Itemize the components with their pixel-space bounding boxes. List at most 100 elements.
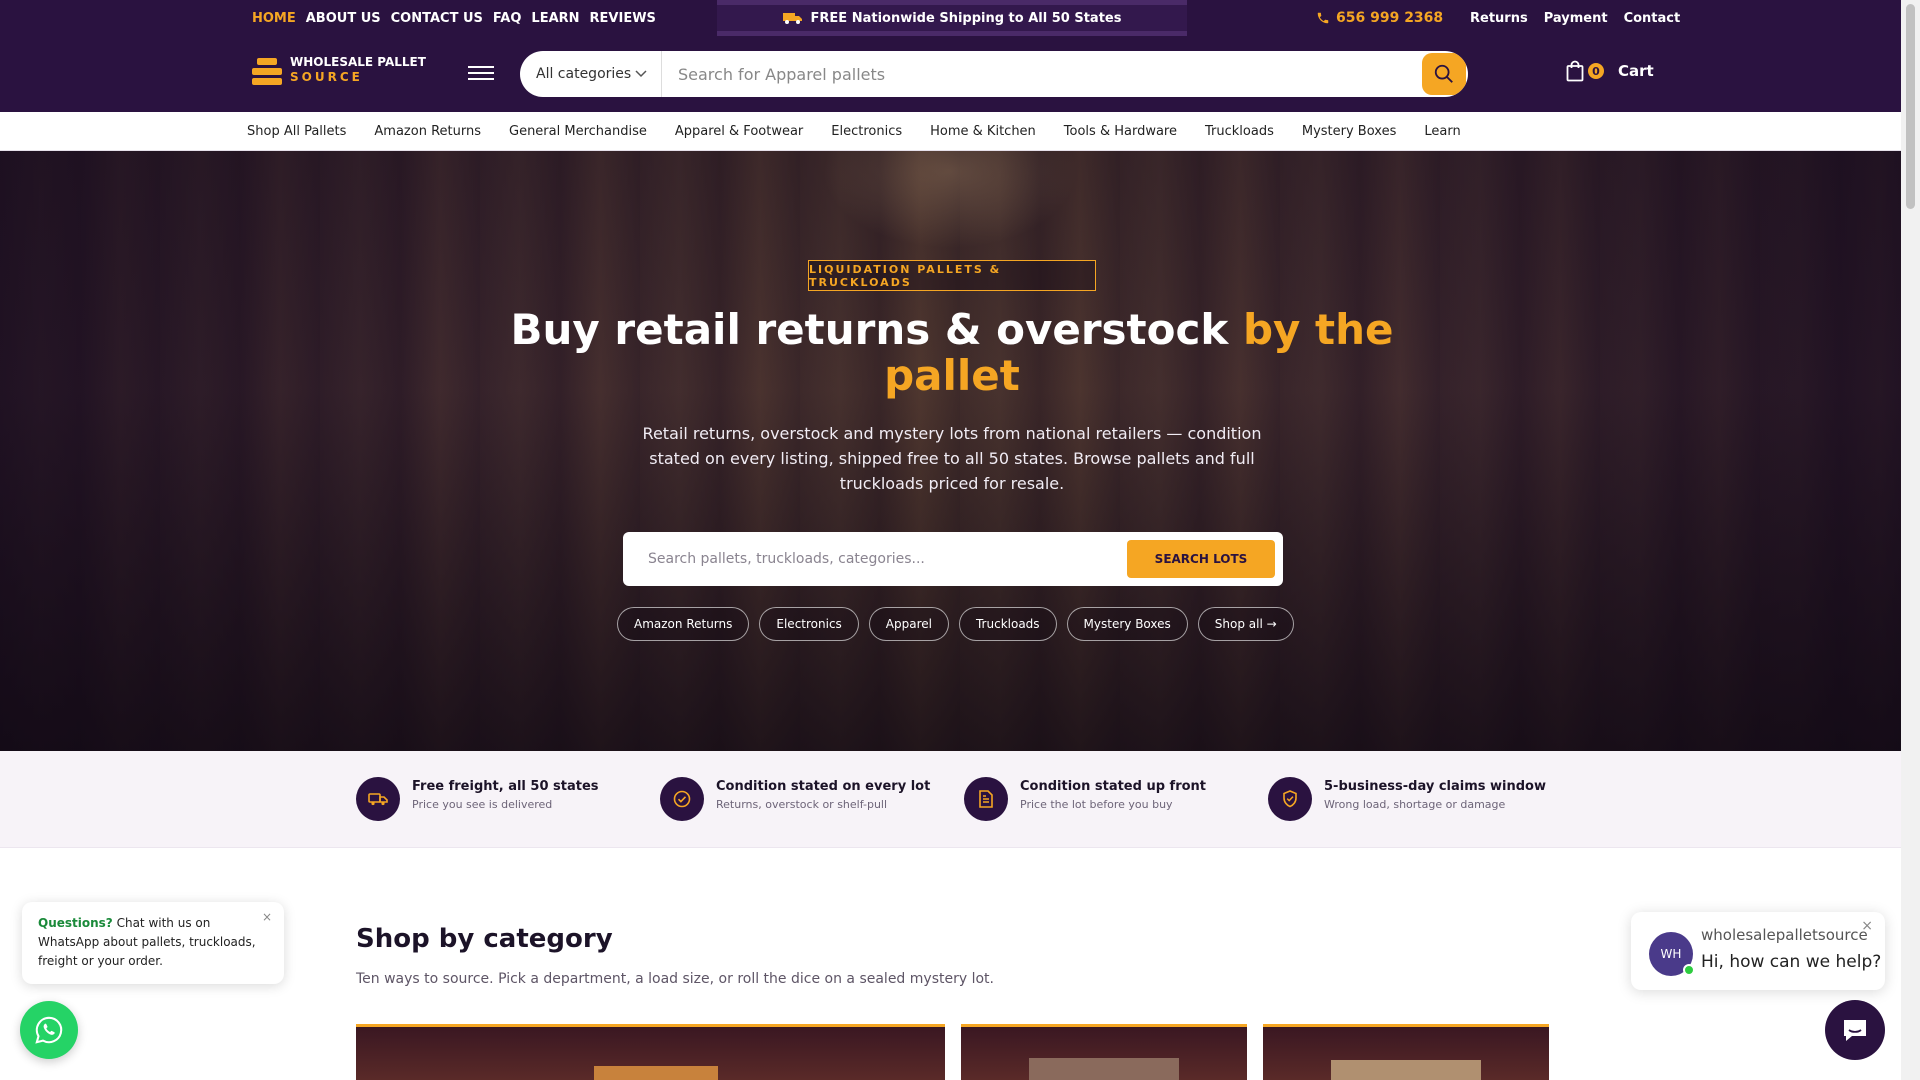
logo-line1: WHOLESALE PALLET [290, 55, 426, 69]
category-card[interactable] [1263, 1024, 1549, 1080]
contact-link[interactable]: Contact [1624, 11, 1681, 26]
logo-line2: SOURCE [290, 70, 363, 84]
hamburger-line [468, 72, 494, 74]
category-nav-general-merchandise[interactable]: General Merchandise [509, 124, 647, 139]
feature-description: Wrong load, shortage or damage [1324, 798, 1506, 811]
category-nav-truckloads[interactable]: Truckloads [1205, 124, 1274, 139]
feature-item: Condition stated on every lot Returns, o… [660, 777, 930, 821]
shop-by-category-title: Shop by category [356, 924, 613, 954]
chat-launcher-button[interactable] [1825, 1000, 1885, 1060]
phone-link[interactable]: 656 999 2368 [1316, 0, 1443, 36]
category-nav-electronics[interactable]: Electronics [831, 124, 902, 139]
category-nav-home-kitchen[interactable]: Home & Kitchen [930, 124, 1036, 139]
phone-number: 656 999 2368 [1336, 10, 1444, 26]
phone-icon [1317, 12, 1329, 24]
logo-text: WHOLESALE PALLET SOURCE [290, 55, 426, 85]
chat-agent-name: wholesalepalletsource [1701, 926, 1868, 944]
hero-search-bar: SEARCH LOTS [623, 532, 1283, 586]
online-status-dot [1683, 964, 1695, 976]
search-icon [1434, 64, 1453, 83]
top-nav-faq[interactable]: FAQ [493, 11, 522, 26]
shopping-bag-icon [1566, 60, 1584, 82]
shipping-promo: FREE Nationwide Shipping to All 50 State… [717, 0, 1187, 36]
cart-link[interactable]: 0 Cart [1566, 60, 1654, 82]
category-nav-tools-hardware[interactable]: Tools & Hardware [1064, 124, 1177, 139]
header-search-button[interactable] [1422, 53, 1466, 95]
top-nav-reviews[interactable]: REVIEWS [590, 11, 656, 26]
page-scrollbar[interactable] [1901, 0, 1920, 1080]
category-nav-learn[interactable]: Learn [1424, 124, 1460, 139]
top-nav-about[interactable]: ABOUT US [306, 11, 381, 26]
category-nav-shop-all[interactable]: Shop All Pallets [247, 124, 346, 139]
returns-link[interactable]: Returns [1470, 11, 1528, 26]
chip-truckloads[interactable]: Truckloads [958, 607, 1057, 641]
hero-subtitle: Retail returns, overstock and mystery lo… [642, 424, 1262, 493]
pallet-logo-icon [252, 52, 282, 88]
check-circle-icon [660, 777, 704, 821]
chat-close-button[interactable]: × [1861, 918, 1873, 934]
payment-link[interactable]: Payment [1544, 11, 1608, 26]
document-icon [964, 777, 1008, 821]
feature-title: Condition stated up front [1020, 779, 1207, 794]
scrollbar-thumb[interactable] [1906, 4, 1915, 209]
utility-nav: Returns Payment Contact [1470, 0, 1680, 36]
feature-item: Free freight, all 50 states Price you se… [356, 777, 599, 821]
chip-apparel[interactable]: Apparel [868, 607, 949, 641]
chip-mystery-boxes[interactable]: Mystery Boxes [1066, 607, 1188, 641]
category-card[interactable] [961, 1024, 1247, 1080]
truck-icon [782, 13, 802, 24]
whatsapp-icon [35, 1016, 63, 1044]
shipping-promo-text: FREE Nationwide Shipping to All 50 State… [810, 10, 1122, 26]
category-nav-amazon-returns[interactable]: Amazon Returns [374, 124, 481, 139]
cart-label: Cart [1618, 62, 1654, 80]
pallet-image [594, 1066, 718, 1080]
chat-greeting: WH wholesalepalletsource Hi, how can we … [1631, 912, 1885, 990]
feature-item: 5-business-day claims window Wrong load,… [1268, 777, 1546, 821]
top-nav-contact[interactable]: CONTACT US [391, 11, 483, 26]
whatsapp-prompt: × Questions? Chat with us on WhatsApp ab… [22, 902, 284, 984]
hero-title-main: Buy retail returns & overstock [510, 305, 1243, 354]
chip-amazon-returns[interactable]: Amazon Returns [617, 607, 750, 641]
hamburger-line [468, 78, 494, 80]
header-search-bar: All categories [520, 51, 1468, 97]
hamburger-icon [468, 66, 494, 68]
hero-section: LIQUIDATION PALLETS & TRUCKLOADS Buy ret… [0, 151, 1901, 751]
category-select-value: All categories [536, 66, 632, 82]
menu-toggle-button[interactable] [468, 62, 494, 84]
feature-description: Returns, overstock or shelf-pull [716, 798, 888, 811]
top-nav: HOME ABOUT US CONTACT US FAQ LEARN REVIE… [252, 0, 656, 36]
category-select[interactable]: All categories [520, 51, 662, 97]
category-nav-apparel-footwear[interactable]: Apparel & Footwear [675, 124, 803, 139]
hero-search-input[interactable] [648, 551, 1127, 567]
category-card[interactable] [356, 1024, 945, 1080]
truck-icon [356, 777, 400, 821]
chip-electronics[interactable]: Electronics [759, 607, 859, 641]
chevron-down-icon [635, 70, 647, 78]
whatsapp-button[interactable] [20, 1001, 78, 1059]
top-nav-learn[interactable]: LEARN [531, 11, 579, 26]
feature-title: Free freight, all 50 states [412, 779, 599, 794]
whatsapp-close-button[interactable]: × [262, 908, 272, 927]
hero-eyebrow: LIQUIDATION PALLETS & TRUCKLOADS [808, 260, 1096, 291]
feature-title: 5-business-day claims window [1324, 779, 1546, 794]
shop-by-category-subtitle: Ten ways to source. Pick a department, a… [356, 971, 994, 987]
category-nav-mystery-boxes[interactable]: Mystery Boxes [1302, 124, 1397, 139]
top-bar: HOME ABOUT US CONTACT US FAQ LEARN REVIE… [0, 0, 1901, 36]
feature-description: Price you see is delivered [412, 798, 553, 811]
features-strip: Free freight, all 50 states Price you se… [0, 751, 1901, 848]
category-nav: Shop All Pallets Amazon Returns General … [0, 112, 1901, 151]
search-lots-button[interactable]: SEARCH LOTS [1127, 540, 1275, 578]
pallet-image [1331, 1060, 1481, 1080]
main-header: WHOLESALE PALLET SOURCE All categories 0… [0, 36, 1901, 112]
pallet-image [1029, 1058, 1179, 1080]
chat-icon [1844, 1020, 1866, 1041]
chip-shop-all[interactable]: Shop all → [1197, 607, 1294, 641]
whatsapp-prompt-heading: Questions? [38, 916, 113, 930]
feature-item: Condition stated up front Price the lot … [964, 777, 1206, 821]
cart-count-badge: 0 [1588, 63, 1604, 79]
hero-title: Buy retail returns & overstock by the pa… [500, 307, 1404, 399]
chat-greeting-message: Hi, how can we help? [1701, 952, 1882, 972]
top-nav-home[interactable]: HOME [252, 11, 296, 26]
header-search-input[interactable] [662, 51, 1422, 97]
site-logo[interactable]: WHOLESALE PALLET SOURCE [252, 52, 426, 88]
